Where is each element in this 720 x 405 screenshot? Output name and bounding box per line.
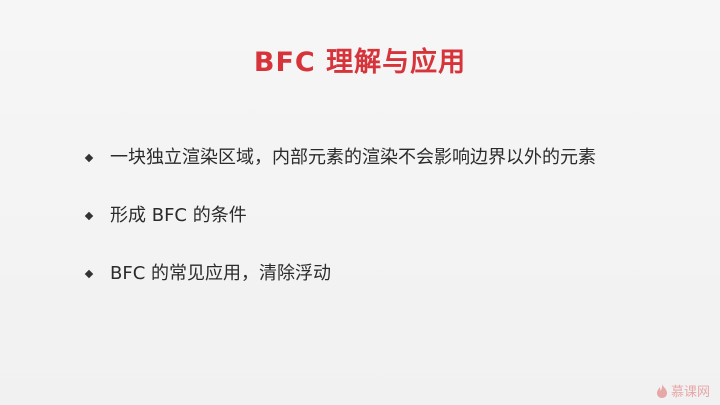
diamond-bullet-icon: [84, 269, 94, 279]
bullet-text: BFC 的常见应用，清除浮动: [110, 263, 331, 284]
bullet-text: 一块独立渲染区域，内部元素的渲染不会影响边界以外的元素: [110, 147, 596, 168]
bullet-list: 一块独立渲染区域，内部元素的渲染不会影响边界以外的元素 形成 BFC 的条件 B…: [84, 146, 596, 320]
flame-logo-icon: [656, 383, 667, 398]
bullet-item: 形成 BFC 的条件: [84, 204, 596, 228]
brand-watermark: 慕课网: [656, 381, 710, 400]
bullet-item: 一块独立渲染区域，内部元素的渲染不会影响边界以外的元素: [84, 146, 596, 170]
diamond-bullet-icon: [84, 211, 94, 221]
slide-title: BFC 理解与应用: [253, 47, 467, 78]
brand-name: 慕课网: [670, 385, 710, 400]
presentation-slide: BFC 理解与应用 一块独立渲染区域，内部元素的渲染不会影响边界以外的元素 形成…: [0, 0, 720, 405]
diamond-bullet-icon: [84, 153, 94, 163]
bullet-item: BFC 的常见应用，清除浮动: [84, 262, 596, 286]
bullet-text: 形成 BFC 的条件: [110, 205, 247, 226]
